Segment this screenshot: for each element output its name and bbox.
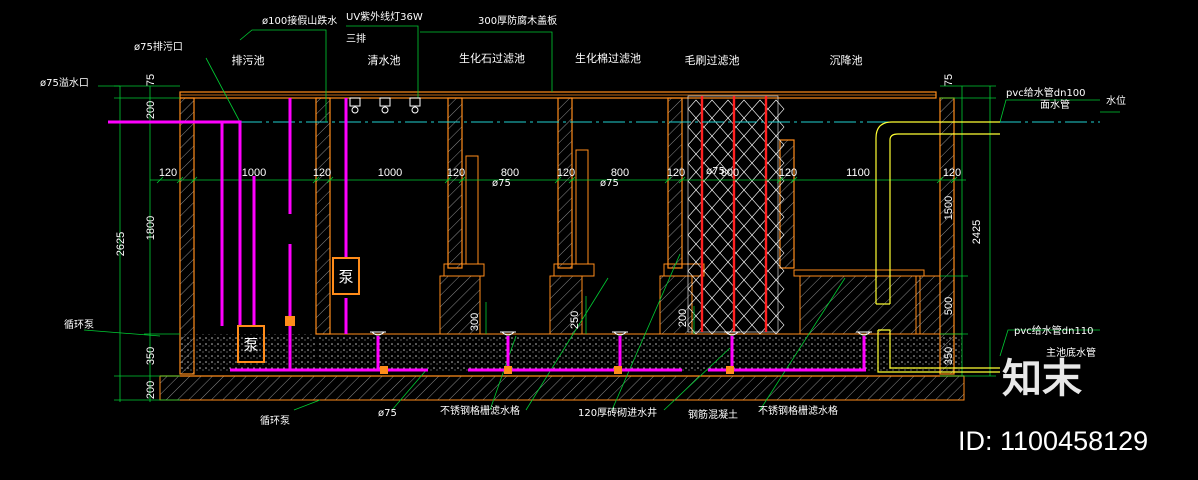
chamber-title: 清水池 [368, 54, 401, 67]
dim-small: 200 [677, 309, 689, 327]
dim-h: 120 [557, 167, 575, 179]
uv-lamps [349, 97, 421, 114]
dim-v-right: 2425 [971, 220, 983, 244]
dim-v-right: 75 [943, 74, 955, 86]
dim-v-right: 1500 [943, 196, 955, 220]
dim-v-right: 350 [943, 347, 955, 365]
label-sewage-outlet: ø75排污口 [134, 40, 183, 53]
dim-v-left: 200 [145, 101, 157, 119]
pump-1: 泵 [332, 257, 360, 295]
wall-outer-left [179, 97, 195, 375]
wall-3 [557, 97, 573, 269]
label-pipe-75-bottom: ø75 [378, 408, 397, 419]
base-slab [159, 375, 965, 401]
watermark: 知末 ID: 1100458129 [958, 356, 1148, 456]
dim-v-left: 200 [145, 381, 157, 399]
pipes [108, 98, 866, 372]
label-steel-grate-1: 不锈钢格栅滤水格 [440, 404, 520, 417]
dim-h: 120 [943, 167, 961, 179]
dim-h: 120 [447, 167, 465, 179]
wall-4 [667, 97, 683, 269]
dim-h: 120 [159, 167, 177, 179]
chamber-title: 沉降池 [830, 53, 863, 67]
dim-h: 120 [667, 167, 685, 179]
chamber-title: 毛刷过滤池 [685, 54, 740, 67]
dim-h: 800 [721, 167, 739, 179]
label-d75-b: ø75 [600, 178, 619, 189]
label-cover-board: 300厚防腐木盖板 [478, 14, 557, 27]
dim-v-left: 350 [145, 347, 157, 365]
chamber-title: 生化石过滤池 [459, 51, 525, 65]
svg-text:泵: 泵 [243, 336, 258, 354]
label-surface-water: 面水管 [1040, 98, 1070, 111]
label-pvc-dn110: pvc给水管dn110 [1014, 324, 1094, 337]
label-steel-grate-2: 不锈钢格栅滤水格 [758, 404, 838, 417]
label-brick-120: 120厚砖砌进水井 [578, 406, 657, 419]
dim-v-left: 75 [145, 74, 157, 86]
chamber-title: 排污池 [232, 53, 265, 67]
label-rc-concrete: 钢筋混凝土 [688, 408, 738, 421]
dim-h: 1000 [378, 167, 402, 179]
dim-v-left: 1800 [145, 216, 157, 240]
dim-h: 120 [779, 167, 797, 179]
structure [159, 91, 965, 401]
dim-h: 800 [611, 167, 629, 179]
pier-5 [915, 275, 941, 335]
label-pvc-dn100: pvc给水管dn100 [1006, 86, 1086, 99]
brush-filter [687, 95, 785, 335]
watermark-brand: 知末 [1002, 356, 1082, 402]
dim-h: 1000 [242, 167, 266, 179]
dim-v-right: 500 [943, 297, 955, 315]
label-discharge-pump: 循环泵 [260, 414, 290, 427]
label-overflow-port: ø75溢水口 [40, 76, 89, 89]
dim-v-left: 2625 [115, 232, 127, 256]
label-pipe-100: ø100接假山跌水 [262, 14, 337, 27]
dim-small: 300 [469, 313, 481, 331]
label-uv-lamp: UV紫外线灯36W [346, 10, 423, 23]
label-circulation-pump: 循环泵 [64, 318, 94, 331]
wall-outer-right [939, 97, 955, 375]
wall-2 [447, 97, 463, 269]
wall-5 [779, 139, 795, 269]
pier-4 [799, 275, 921, 335]
svg-text:泵: 泵 [338, 268, 353, 286]
label-three-lamps: 三排 [346, 32, 366, 45]
dim-h: 800 [501, 167, 519, 179]
dim-h: 120 [313, 167, 331, 179]
dim-small: 250 [569, 311, 581, 329]
label-d75-a: ø75 [492, 178, 511, 189]
wall-1 [315, 97, 331, 335]
watermark-id: ID: 1100458129 [958, 426, 1148, 456]
label-water-level: 水位 [1106, 94, 1126, 107]
dim-h: 1100 [846, 167, 870, 179]
chamber-title: 生化棉过滤池 [575, 51, 641, 65]
cad-drawing: 泵 泵 排污池 清水池 生化石过滤池 生化棉过滤池 毛刷过滤池 沉降池 ø100… [40, 10, 1148, 456]
